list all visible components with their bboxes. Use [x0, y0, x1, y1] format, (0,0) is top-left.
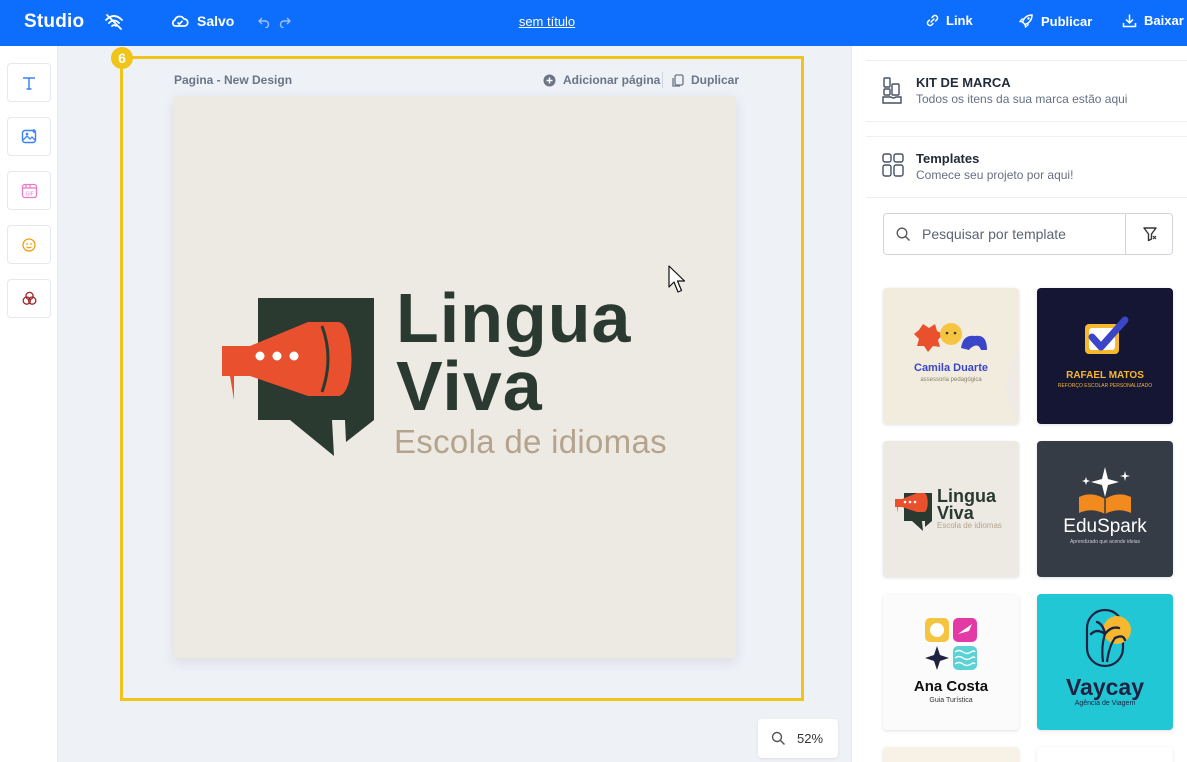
template-tagline: Guia Turística: [929, 697, 973, 704]
image-tool-button[interactable]: [7, 117, 51, 156]
publish-label: Publicar: [1041, 13, 1093, 29]
image-add-icon: [21, 129, 36, 144]
template-card[interactable]: Ana Costa Guia Turística: [883, 594, 1019, 730]
copy-icon: [672, 73, 684, 87]
template-search: [883, 213, 1173, 255]
plus-circle-icon: [543, 74, 556, 86]
left-toolbar: GIF: [0, 46, 58, 762]
publish-button[interactable]: Publicar: [1018, 13, 1092, 29]
text-tool-button[interactable]: [7, 63, 51, 102]
template-card[interactable]: RAFAEL MATOS REFORÇO ESCOLAR PERSONALIZA…: [1037, 288, 1173, 424]
zoom-value: 52%: [797, 731, 824, 746]
search-icon: [896, 227, 910, 241]
template-name: Vaycay: [1065, 674, 1145, 700]
mouse-cursor-icon: [668, 265, 686, 293]
duplicate-label: Duplicar: [691, 73, 740, 87]
sticker-tool-button[interactable]: [7, 225, 51, 264]
template-name: RAFAEL MATOS: [1066, 370, 1144, 381]
page-label: Pagina - New Design: [174, 73, 293, 87]
template-card[interactable]: Vaycay Agência de Viagem: [1037, 594, 1173, 730]
template-card[interactable]: [883, 747, 1019, 762]
template-name: Lingua Viva: [937, 486, 996, 523]
download-button[interactable]: Baixar: [1122, 13, 1184, 28]
zoom-control[interactable]: 52%: [758, 719, 838, 758]
rocket-icon: [1018, 14, 1033, 29]
text-icon: [23, 76, 35, 90]
templates-section[interactable]: Templates Comece seu projeto por aqui!: [866, 136, 1187, 198]
canvas-area: 6 Pagina - New Design Adicionar página D…: [58, 46, 880, 762]
logo-subtitle[interactable]: Escola de idiomas: [394, 423, 667, 461]
template-card[interactable]: Lingua Viva Escola de idiomas: [883, 441, 1019, 577]
templates-subtitle: Comece seu projeto por aqui!: [916, 168, 1074, 182]
filter-icon: [1142, 227, 1157, 242]
template-card[interactable]: EduSpark Aprendizado que acende ideias: [1037, 441, 1173, 577]
svg-text:GIF: GIF: [25, 192, 33, 198]
template-name: Camila Duarte: [914, 362, 988, 374]
filter-button[interactable]: [1125, 214, 1173, 254]
template-card[interactable]: [1037, 747, 1173, 762]
add-page-label: Adicionar página: [563, 73, 661, 87]
templates-title: Templates: [916, 151, 980, 166]
add-page-button[interactable]: Adicionar página: [543, 73, 660, 87]
download-icon: [1122, 14, 1137, 28]
duplicate-button[interactable]: Duplicar: [672, 73, 739, 87]
divider: [662, 72, 663, 88]
brand-kit-title: KIT DE MARCA: [916, 75, 1011, 90]
template-tagline: Aprendizado que acende ideias: [1069, 539, 1141, 545]
search-input[interactable]: [922, 226, 1122, 242]
zoom-icon: [771, 731, 786, 746]
template-card[interactable]: Camila Duarte assessoria pedagógica: [883, 288, 1019, 424]
design-page[interactable]: Lingua Viva Escola de idiomas 1: [174, 96, 880, 658]
brand-kit-section[interactable]: KIT DE MARCA Todos os itens da sua marca…: [866, 60, 1187, 122]
template-tagline: REFORÇO ESCOLAR PERSONALIZADO: [1057, 383, 1153, 389]
emoji-icon: [22, 237, 36, 252]
top-bar: Studio Salvo sem título Link Publicar Ba…: [0, 0, 1187, 46]
brand-kit-icon: [882, 77, 902, 104]
gif-icon: GIF: [21, 183, 37, 199]
megaphone-logo-icon[interactable]: [222, 296, 377, 458]
elements-tool-button[interactable]: [7, 279, 51, 318]
brand-kit-subtitle: Todos os itens da sua marca estão aqui: [916, 92, 1128, 106]
logo-line-2: Viva: [396, 347, 543, 425]
gif-tool-button[interactable]: GIF: [7, 171, 51, 210]
templates-grid-icon: [882, 153, 904, 177]
template-tagline: Escola de idiomas: [937, 521, 1002, 530]
selection-badge: 6: [111, 47, 133, 69]
logo-line-1: Lingua: [396, 279, 632, 357]
template-name: EduSpark: [1063, 516, 1147, 537]
right-panel: KIT DE MARCA Todos os itens da sua marca…: [851, 46, 1187, 762]
template-tagline: Agência de Viagem: [1074, 700, 1136, 707]
link-label: Link: [946, 13, 973, 28]
logo-title[interactable]: Lingua Viva: [396, 279, 632, 425]
template-name: Ana Costa: [913, 678, 989, 695]
link-icon: [926, 14, 939, 27]
link-button[interactable]: Link: [926, 13, 973, 28]
shapes-icon: [22, 291, 36, 305]
template-tagline: assessoria pedagógica: [920, 377, 982, 383]
download-label: Baixar: [1144, 13, 1184, 28]
